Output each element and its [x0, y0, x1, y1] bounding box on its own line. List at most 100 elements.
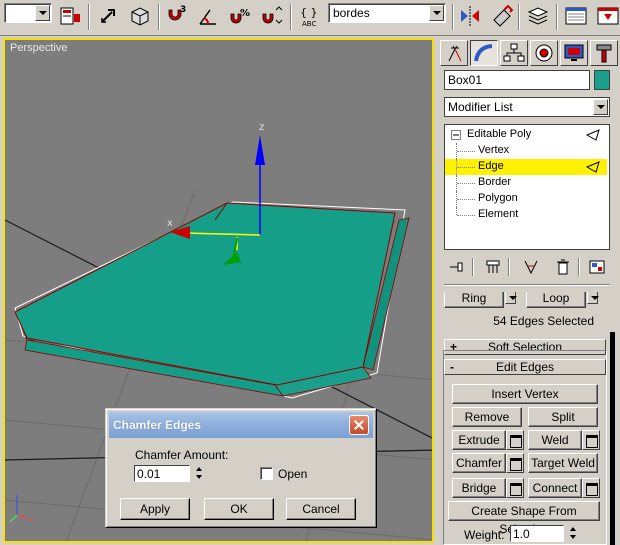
- apply-button[interactable]: Apply: [120, 498, 190, 520]
- ring-label: Ring: [461, 292, 487, 305]
- stack-item-vertex[interactable]: Vertex: [445, 143, 607, 159]
- spinner-down-icon[interactable]: [194, 474, 205, 482]
- tab-motion[interactable]: [530, 40, 558, 66]
- object-color-swatch[interactable]: [594, 70, 610, 90]
- gizmo-z-arrow[interactable]: [255, 135, 265, 165]
- display-monitor-icon: [564, 44, 584, 61]
- tree-line: [457, 183, 475, 184]
- track-view-icon[interactable]: [564, 4, 588, 28]
- ok-button[interactable]: OK: [204, 498, 274, 520]
- tree-line: [456, 207, 457, 215]
- stack-toolbar: [444, 256, 610, 278]
- tool-separator: [578, 258, 580, 276]
- loop-label: Loop: [542, 292, 570, 305]
- toolbar-separator: [88, 4, 90, 30]
- chevron-down-icon[interactable]: [593, 99, 608, 115]
- view-tripod-y: [9, 514, 18, 523]
- stack-item-edge[interactable]: Edge: [445, 159, 607, 175]
- configure-modifier-sets-icon[interactable]: [588, 258, 606, 276]
- object-name-field[interactable]: Box01: [444, 70, 590, 90]
- align-icon[interactable]: [490, 4, 514, 28]
- scale-box-icon[interactable]: [128, 4, 152, 28]
- edit-edges-frame: [443, 350, 607, 545]
- angle-snap-icon[interactable]: [196, 4, 220, 28]
- snap-3d-magnet-icon[interactable]: 3: [164, 4, 188, 28]
- axis-x-label: x: [167, 218, 173, 229]
- select-by-name-icon[interactable]: [58, 4, 82, 28]
- panel-scrollbar-thumb[interactable]: [610, 332, 615, 545]
- make-unique-icon[interactable]: [522, 258, 540, 276]
- axis-z-label: z: [259, 122, 264, 133]
- layers-icon[interactable]: [526, 4, 550, 28]
- stack-item-editable-poly[interactable]: Editable Poly: [445, 127, 607, 143]
- dialog-titlebar[interactable]: Chamfer Edges: [109, 412, 373, 438]
- create-star-icon: [448, 45, 462, 62]
- spinner-snap-icon[interactable]: [260, 4, 284, 28]
- tab-display[interactable]: [560, 40, 588, 66]
- selection-filter-combo[interactable]: [4, 3, 52, 23]
- hierarchy-icon: [503, 43, 525, 62]
- named-selection-combo[interactable]: bordes: [328, 3, 446, 23]
- view-tripod-x: [16, 514, 34, 521]
- stack-item-border[interactable]: Border: [445, 175, 607, 191]
- schematic-view-icon[interactable]: [596, 4, 620, 28]
- stack-item-label: Vertex: [478, 144, 510, 156]
- show-end-result-icon[interactable]: [585, 129, 601, 141]
- toolbar-separator: [290, 4, 292, 30]
- svg-text:3: 3: [180, 5, 186, 15]
- chevron-down-icon[interactable]: [505, 292, 517, 304]
- remove-modifier-trash-icon[interactable]: [554, 258, 572, 276]
- command-panel-tabs: [438, 38, 618, 66]
- tab-modify[interactable]: [470, 40, 498, 66]
- tool-separator: [508, 258, 510, 276]
- open-label[interactable]: Open: [278, 467, 307, 481]
- ring-spinner[interactable]: [504, 292, 517, 308]
- modifier-list-label: Modifier List: [448, 100, 513, 114]
- percent-snap-icon[interactable]: %: [228, 4, 252, 28]
- chamfer-amount-spinner[interactable]: [194, 465, 205, 482]
- dialog-title: Chamfer Edges: [113, 418, 202, 432]
- chevron-down-icon[interactable]: [587, 292, 599, 304]
- ring-button[interactable]: Ring: [444, 292, 504, 308]
- stack-item-element[interactable]: Element: [445, 207, 607, 223]
- selection-status: 54 Edges Selected: [493, 314, 594, 328]
- loop-spinner[interactable]: [586, 292, 599, 308]
- panel-divider: [444, 284, 610, 286]
- stack-item-label: Border: [478, 176, 512, 188]
- chevron-down-icon[interactable]: [35, 5, 50, 21]
- toolbar-separator: [158, 4, 160, 30]
- command-panel: Box01 Modifier List Editable Poly Vertex…: [436, 38, 620, 545]
- toolbar-separator: [518, 4, 520, 30]
- named-selection-value: bordes: [333, 6, 370, 20]
- chevron-down-icon[interactable]: [429, 5, 444, 21]
- collapse-minus-icon[interactable]: [451, 130, 461, 140]
- stack-item-label: Polygon: [478, 192, 518, 204]
- mirror-icon[interactable]: [458, 4, 482, 28]
- move-tool-icon[interactable]: [96, 4, 120, 28]
- svg-text:ABC: ABC: [302, 20, 316, 28]
- modifier-list-dropdown[interactable]: Modifier List: [444, 97, 610, 117]
- tab-utilities[interactable]: [590, 40, 618, 66]
- tool-separator: [472, 258, 474, 276]
- cancel-button[interactable]: Cancel: [286, 498, 356, 520]
- button-label: OK: [230, 502, 248, 516]
- pin-stack-icon[interactable]: [448, 258, 466, 276]
- stack-item-label: Element: [478, 208, 519, 220]
- tab-create[interactable]: [440, 40, 468, 66]
- spinner-up-icon[interactable]: [194, 465, 205, 473]
- tree-line: [457, 199, 475, 200]
- chamfer-amount-label: Chamfer Amount:: [135, 448, 229, 462]
- open-checkbox[interactable]: [260, 467, 273, 480]
- close-icon[interactable]: [349, 415, 369, 435]
- loop-button[interactable]: Loop: [526, 292, 586, 308]
- edit-named-selection-icon[interactable]: { } ABC: [298, 4, 322, 28]
- chamfer-amount-input[interactable]: 0.01: [134, 465, 190, 482]
- stack-item-polygon[interactable]: Polygon: [445, 191, 607, 207]
- toolbar-separator: [452, 4, 454, 30]
- sub-object-level-icon: [585, 161, 600, 173]
- button-label: Cancel: [302, 502, 340, 516]
- tab-hierarchy[interactable]: [500, 40, 528, 66]
- motion-icon: [535, 44, 553, 62]
- show-end-result-toggle-icon[interactable]: [484, 258, 502, 276]
- panel-scrollbar[interactable]: [608, 292, 616, 545]
